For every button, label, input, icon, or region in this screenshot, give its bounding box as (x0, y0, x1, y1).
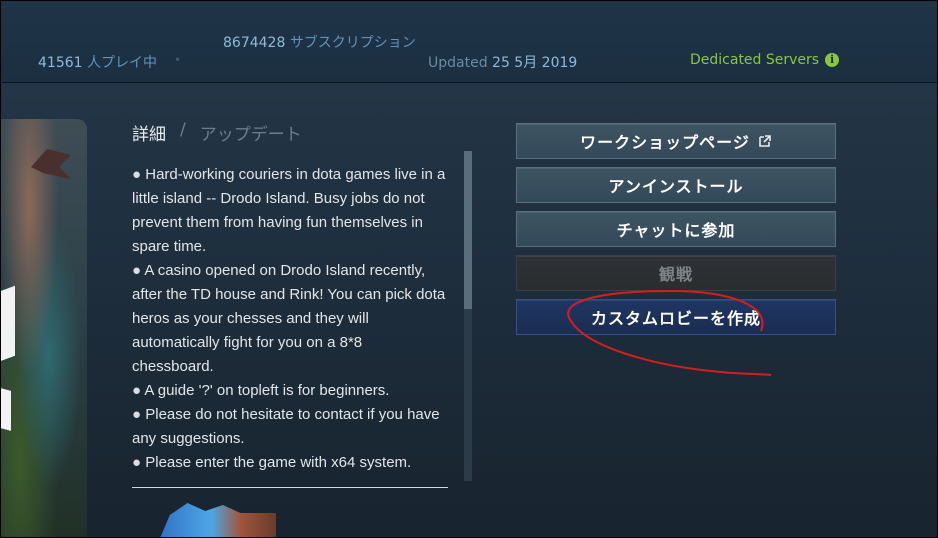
bullet-icon: ● (132, 166, 142, 183)
description-tabs: 詳細 / アップデート (132, 120, 302, 145)
uninstall-button[interactable]: アンインストール (516, 167, 836, 203)
description-line: ● Hard-working couriers in dota games li… (132, 166, 446, 255)
updated-date: Updated 25 5月 2019 (428, 55, 578, 71)
preview-image (158, 503, 276, 537)
tab-details[interactable]: 詳細 (132, 120, 166, 145)
description-line: ● A guide '?' on topleft is for beginner… (132, 382, 390, 399)
description-line: ● Please do not hesitate to contact if y… (132, 406, 440, 447)
scrollbar-thumb[interactable] (464, 151, 472, 309)
divider (132, 487, 448, 488)
dedicated-servers[interactable]: Dedicated Servers i (690, 52, 840, 68)
art-highlight (1, 387, 11, 431)
create-custom-lobby-button[interactable]: カスタムロビーを作成 (516, 299, 836, 335)
join-chat-button[interactable]: チャットに参加 (516, 211, 836, 247)
description-text: ● Hard-working couriers in dota games li… (132, 163, 448, 475)
players-count: 41561 人プレイ中 (38, 55, 157, 71)
tab-separator: / (180, 120, 186, 140)
stat-separator: • (174, 53, 182, 67)
description-line: ● Please enter the game with x64 system. (132, 454, 412, 471)
stats-bar: 41561 人プレイ中 • 8674428 サブスクリプション Updated … (1, 1, 937, 83)
subscriptions-count: 8674428 サブスクリプション (223, 35, 416, 51)
dragon-art (31, 149, 71, 179)
bullet-icon: ● (132, 382, 142, 399)
tab-updates[interactable]: アップデート (200, 120, 302, 145)
bullet-icon: ● (132, 262, 142, 279)
bullet-icon: ● (132, 454, 142, 471)
description-line: ● A casino opened on Drodo Island recent… (132, 262, 446, 375)
external-link-icon (759, 135, 771, 147)
workshop-page-button[interactable]: ワークショップページ (516, 123, 836, 159)
app-window: 41561 人プレイ中 • 8674428 サブスクリプション Updated … (0, 0, 938, 538)
game-artwork (1, 119, 87, 537)
info-icon[interactable]: i (825, 53, 840, 67)
watch-button: 観戦 (516, 255, 836, 291)
bullet-icon: ● (132, 406, 142, 423)
art-highlight (1, 285, 15, 363)
